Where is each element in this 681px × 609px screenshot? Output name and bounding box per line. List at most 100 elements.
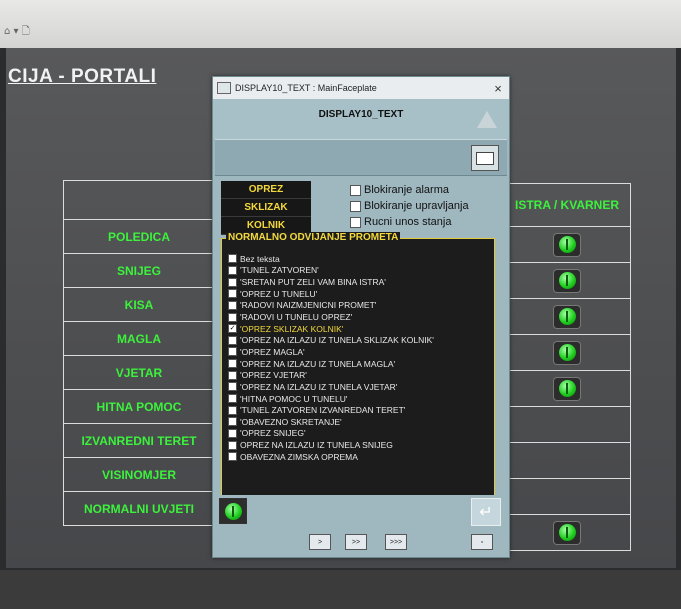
checkbox-icon[interactable] xyxy=(228,254,237,264)
checkbox-icon[interactable] xyxy=(228,428,237,438)
checkbox-icon[interactable] xyxy=(350,216,361,228)
checkbox-icon[interactable] xyxy=(228,417,237,427)
checkbox-icon[interactable] xyxy=(228,289,237,299)
message-label: 'OPREZ SNIJEG' xyxy=(240,428,306,439)
activate-button[interactable] xyxy=(219,498,247,524)
app-icon xyxy=(217,82,231,94)
warning-triangle-icon[interactable] xyxy=(477,111,497,128)
status-row xyxy=(503,335,631,371)
message-item[interactable]: 'OPREZ VJETAR' xyxy=(228,369,434,381)
status-indicator-button[interactable] xyxy=(554,521,580,544)
checkbox-icon[interactable] xyxy=(350,200,361,212)
current-text-display: OPREZ SKLIZAK KOLNIK xyxy=(221,181,311,235)
message-label: 'RADOVI U TUNELU OPREZ' xyxy=(240,312,353,323)
message-label: 'OPREZ MAGLA' xyxy=(240,346,305,357)
condition-label xyxy=(63,180,215,220)
condition-label: NORMALNI UVJETI xyxy=(63,492,215,526)
corner-button[interactable]: ▫ xyxy=(471,534,493,550)
toolbar-icons[interactable]: ⌂ ▾ 🗋 xyxy=(4,24,30,41)
checkbox-icon[interactable] xyxy=(228,452,237,462)
message-item[interactable]: 'TUNEL ZATVOREN IZVANREDAN TERET' xyxy=(228,404,434,416)
message-item[interactable]: 'HITNA POMOC U TUNELU' xyxy=(228,393,434,405)
message-label: 'OPREZ NA IZLAZU IZ TUNELA VJETAR' xyxy=(240,381,398,392)
message-item[interactable]: ✓ 'OPREZ SKLIZAK KOLNIK' xyxy=(228,323,434,335)
power-icon xyxy=(558,272,576,289)
condition-label: POLEDICA xyxy=(63,220,215,254)
message-label: 'OPREZ NA IZLAZU IZ TUNELA MAGLA' xyxy=(240,358,396,369)
message-label: Bez teksta xyxy=(240,253,280,264)
power-icon xyxy=(224,502,242,520)
checkbox-icon[interactable]: ✓ xyxy=(228,324,237,334)
message-item[interactable]: 'OPREZ SNIJEG' xyxy=(228,428,434,440)
option-checkbox[interactable]: Rucni unos stanja xyxy=(350,214,469,230)
status-row xyxy=(503,263,631,299)
display-name: DISPLAY10_TEXT xyxy=(318,109,404,120)
message-label: OBAVEZNA ZIMSKA OPREMA xyxy=(240,451,358,462)
condition-label: IZVANREDNI TERET xyxy=(63,424,215,458)
checkbox-icon[interactable] xyxy=(228,300,237,310)
checkbox-icon[interactable] xyxy=(228,335,237,345)
action-bar: ↵ xyxy=(215,495,507,529)
status-indicator-button[interactable] xyxy=(554,377,580,400)
message-item[interactable]: OPREZ NA IZLAZU IZ TUNELA SNIJEG xyxy=(228,439,434,451)
tool-strip xyxy=(215,139,507,176)
condition-label: HITNA POMOC xyxy=(63,390,215,424)
power-icon xyxy=(558,236,576,253)
nav-button[interactable]: >> xyxy=(345,534,367,550)
status-row xyxy=(503,515,631,551)
condition-label: SNIJEG xyxy=(63,254,215,288)
region-header: ISTRA / KVARNER xyxy=(503,183,631,227)
message-item[interactable]: Bez teksta xyxy=(228,253,434,265)
checkbox-icon[interactable] xyxy=(228,265,237,275)
message-item[interactable]: 'RADOVI U TUNELU OPREZ' xyxy=(228,311,434,323)
option-checkbox[interactable]: Blokiranje upravljanja xyxy=(350,198,469,214)
checkbox-icon[interactable] xyxy=(228,312,237,322)
nav-button[interactable]: > xyxy=(309,534,331,550)
nav-button[interactable]: >>> xyxy=(385,534,407,550)
message-label: OPREZ NA IZLAZU IZ TUNELA SNIJEG xyxy=(240,440,393,451)
checkbox-icon[interactable] xyxy=(228,394,237,403)
message-item[interactable]: 'OBAVEZNO SKRETANJE' xyxy=(228,416,434,428)
condition-label: VJETAR xyxy=(63,356,215,390)
enter-button[interactable]: ↵ xyxy=(471,498,501,526)
dialog-titlebar[interactable]: DISPLAY10_TEXT : MainFaceplate × xyxy=(213,77,509,99)
message-item[interactable]: 'SRETAN PUT ZELI VAM BINA ISTRA' xyxy=(228,276,434,288)
message-item[interactable]: OBAVEZNA ZIMSKA OPREMA xyxy=(228,451,434,463)
message-list: NORMALNO ODVIJANJE PROMETA Bez teksta 'TU… xyxy=(221,232,495,496)
message-label: 'TUNEL ZATVOREN IZVANREDAN TERET' xyxy=(240,405,406,416)
option-checkbox[interactable]: Blokiranje alarma xyxy=(350,182,469,198)
condition-label: VISINOMJER xyxy=(63,458,215,492)
checkbox-icon[interactable] xyxy=(228,370,237,380)
message-item[interactable]: 'OPREZ NA IZLAZU IZ TUNELA SKLIZAK KOLNI… xyxy=(228,334,434,346)
envelope-icon xyxy=(476,151,494,165)
status-indicator-button[interactable] xyxy=(554,233,580,256)
message-label: 'OPREZ VJETAR' xyxy=(240,370,307,381)
checkbox-icon[interactable] xyxy=(228,359,237,369)
message-item[interactable]: 'OPREZ NA IZLAZU IZ TUNELA MAGLA' xyxy=(228,358,434,370)
message-label: 'HITNA POMOC U TUNELU' xyxy=(240,393,348,404)
message-item[interactable]: 'RADOVI NAIZMJENICNI PROMET' xyxy=(228,300,434,312)
close-button[interactable]: × xyxy=(487,81,509,96)
message-button[interactable] xyxy=(471,145,499,171)
status-row xyxy=(503,227,631,263)
message-item[interactable]: 'OPREZ U TUNELU' xyxy=(228,288,434,300)
status-row xyxy=(503,299,631,335)
message-item[interactable]: 'OPREZ NA IZLAZU IZ TUNELA VJETAR' xyxy=(228,381,434,393)
status-indicator-button[interactable] xyxy=(554,269,580,292)
status-indicator-button[interactable] xyxy=(554,341,580,364)
message-label: 'OPREZ U TUNELU' xyxy=(240,288,318,299)
checkbox-icon[interactable] xyxy=(228,277,237,287)
checkbox-icon[interactable] xyxy=(228,440,237,450)
message-label: 'TUNEL ZATVOREN' xyxy=(240,265,319,276)
status-indicator-button[interactable] xyxy=(554,305,580,328)
faceplate-dialog: DISPLAY10_TEXT : MainFaceplate × DISPLAY… xyxy=(212,76,510,558)
option-label: Blokiranje upravljanja xyxy=(364,200,469,212)
message-item[interactable]: 'OPREZ MAGLA' xyxy=(228,346,434,358)
checkbox-icon[interactable] xyxy=(228,382,237,392)
checkbox-icon[interactable] xyxy=(350,184,361,196)
message-label: 'OPREZ SKLIZAK KOLNIK' xyxy=(240,323,344,334)
option-label: Blokiranje alarma xyxy=(364,184,449,196)
message-item[interactable]: 'TUNEL ZATVOREN' xyxy=(228,265,434,277)
checkbox-icon[interactable] xyxy=(228,405,237,415)
checkbox-icon[interactable] xyxy=(228,347,237,357)
